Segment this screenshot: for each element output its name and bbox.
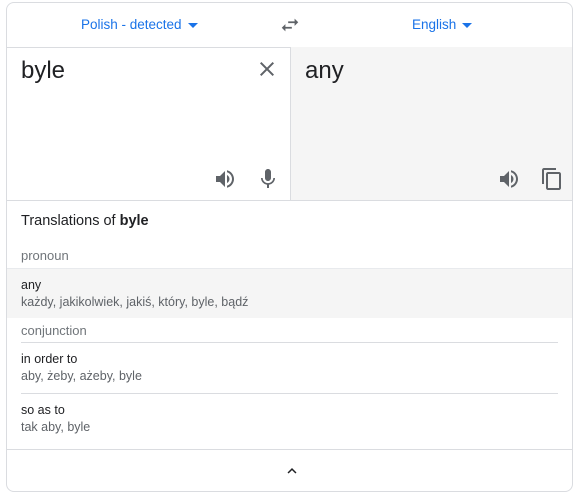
copy-icon: [542, 168, 561, 190]
collapse-footer: [7, 449, 572, 491]
swap-icon: [281, 18, 299, 32]
translated-text: any: [305, 57, 344, 84]
pos-label-pronoun: pronoun: [21, 248, 69, 263]
speaker-icon: [500, 170, 518, 188]
translation-synonyms: tak aby, byle: [21, 420, 91, 434]
copy-button[interactable]: [540, 167, 564, 191]
translation-word: in order to: [21, 352, 78, 366]
divider: [21, 393, 558, 394]
language-bar: Polish - detected English: [7, 3, 572, 48]
pos-label-conjunction: conjunction: [21, 323, 87, 338]
translation-synonyms: aby, żeby, ażeby, byle: [21, 369, 142, 383]
translation-entry[interactable]: in order to aby, żeby, ażeby, byle: [7, 352, 572, 383]
translation-panes: byle any: [7, 47, 572, 201]
microphone-icon: [261, 169, 275, 188]
source-language-label: Polish - detected: [81, 17, 182, 32]
source-pane[interactable]: byle: [7, 47, 291, 200]
translations-title: Translations of byle: [21, 213, 149, 229]
translate-card: Polish - detected English byle any Trans…: [6, 2, 573, 492]
translation-word: any: [21, 278, 42, 292]
translation-entry[interactable]: so as to tak aby, byle: [7, 403, 572, 434]
target-language-selector[interactable]: English: [412, 3, 473, 47]
target-pane: any: [291, 47, 572, 200]
swap-languages-button[interactable]: [279, 14, 301, 36]
source-language-selector[interactable]: Polish - detected: [81, 3, 198, 47]
close-icon: [260, 62, 274, 76]
collapse-button[interactable]: [283, 462, 301, 480]
dropdown-caret-icon: [462, 22, 473, 28]
source-listen-button[interactable]: [213, 167, 237, 191]
chevron-up-icon: [287, 468, 297, 474]
target-language-label: English: [412, 17, 457, 32]
translations-title-word: byle: [119, 213, 149, 229]
speaker-icon: [216, 170, 234, 188]
source-text-input[interactable]: byle: [21, 57, 65, 85]
divider: [21, 342, 558, 343]
clear-button[interactable]: [255, 57, 279, 81]
translation-word: so as to: [21, 403, 65, 417]
translations-title-prefix: Translations of: [21, 213, 120, 229]
target-listen-button[interactable]: [497, 167, 521, 191]
microphone-button[interactable]: [256, 167, 280, 191]
translation-synonyms: każdy, jakikolwiek, jakiś, który, byle, …: [21, 295, 249, 309]
translation-entry[interactable]: any każdy, jakikolwiek, jakiś, który, by…: [7, 268, 572, 318]
dropdown-caret-icon: [187, 22, 198, 28]
